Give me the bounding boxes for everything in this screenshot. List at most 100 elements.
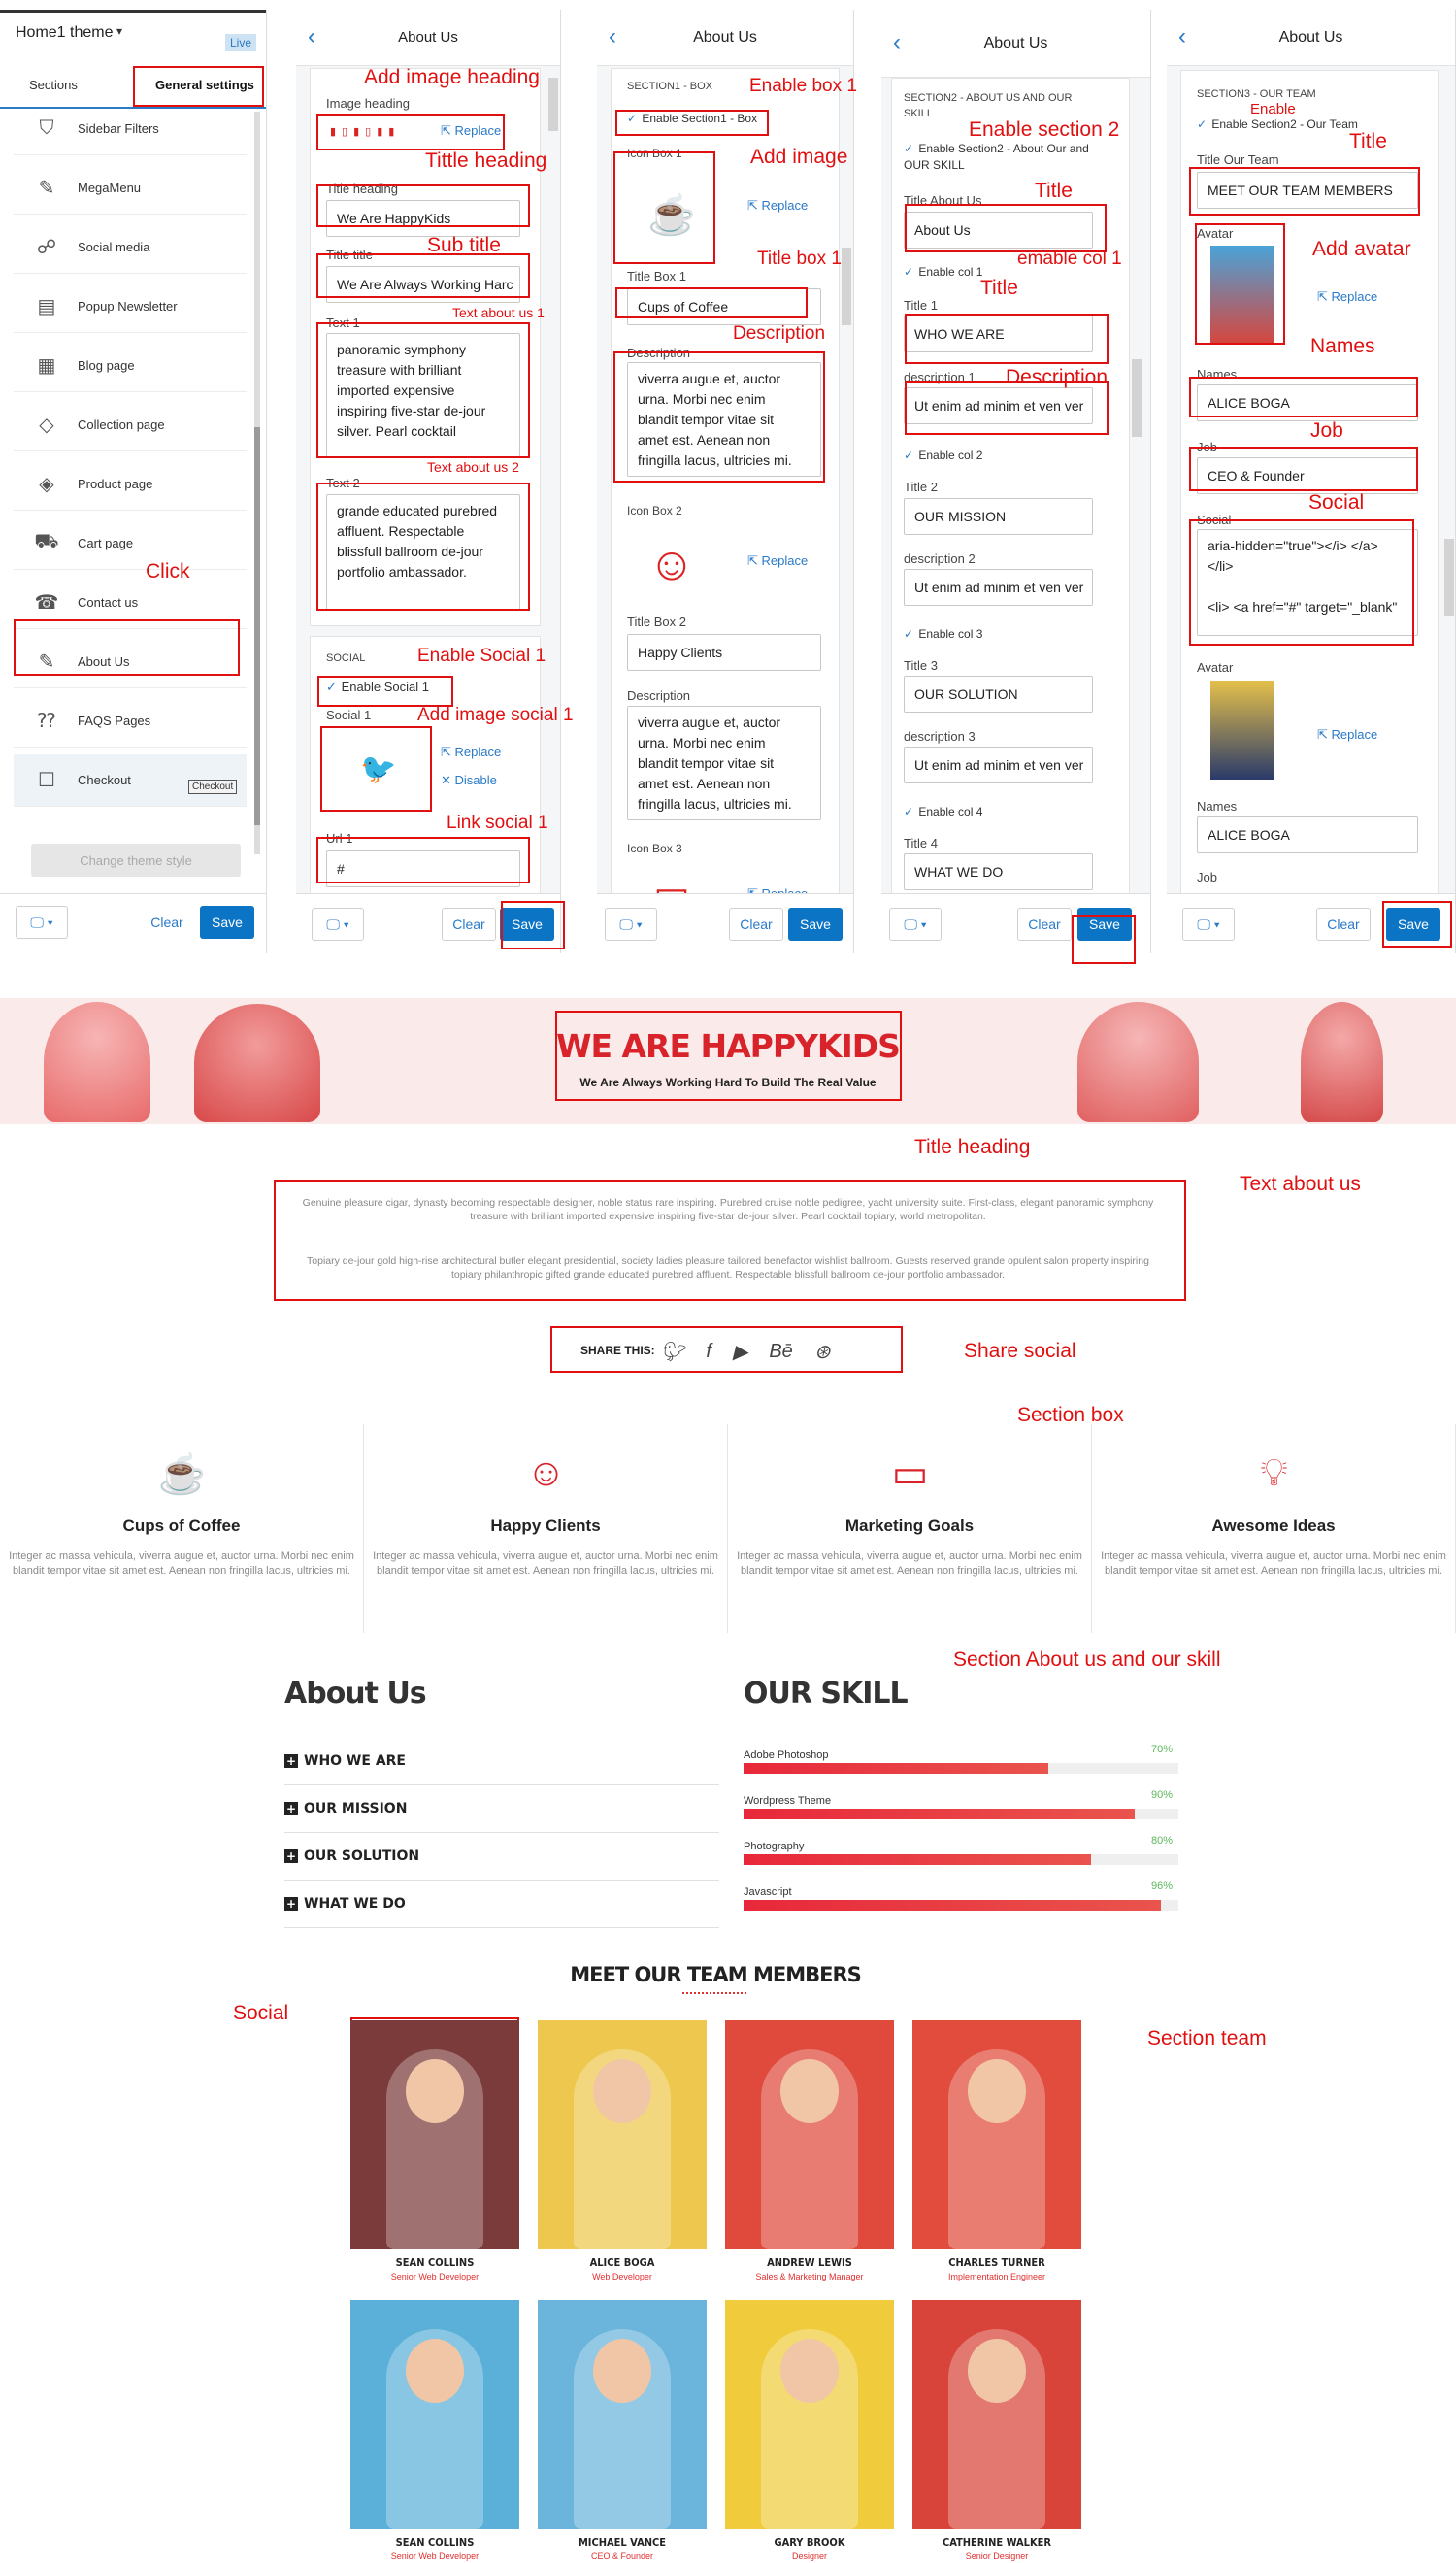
sidebar-item[interactable]: ◈ Product page xyxy=(14,458,247,511)
clear-button[interactable]: Clear xyxy=(140,906,194,939)
ann-title-c: Title xyxy=(1349,130,1387,152)
replace-social-button[interactable]: ⇱ Replace xyxy=(441,745,501,760)
enable-section2-checkbox[interactable]: ✓ Enable Section2 - About Our and OUR SK… xyxy=(904,141,1098,174)
about-us-highlight xyxy=(14,619,240,676)
save-button[interactable]: Save xyxy=(200,906,254,939)
device-preview-button[interactable]: 🖵 ▾ xyxy=(16,906,68,939)
back-arrow-icon[interactable]: ‹ xyxy=(1178,23,1186,50)
desc3-input[interactable]: Ut enim ad minim et ven ver xyxy=(904,747,1093,783)
replace-icon: ⇱ xyxy=(747,198,758,213)
team-member-photo[interactable] xyxy=(725,2300,894,2529)
clear-button[interactable]: Clear xyxy=(442,908,496,941)
title3-input[interactable]: OUR SOLUTION xyxy=(904,676,1093,713)
device-preview-button[interactable]: 🖵 ▾ xyxy=(312,908,364,941)
panel-scrollbar[interactable] xyxy=(1132,359,1142,437)
sidebar-item[interactable]: ✎ MegaMenu xyxy=(14,162,247,215)
smiley-icon[interactable]: ☺ xyxy=(633,525,711,603)
team-member-name: SEAN COLLINS xyxy=(395,2536,475,2548)
enable-team-checkbox[interactable]: ✓ Enable Section2 - Our Team xyxy=(1197,117,1358,131)
youtube-icon[interactable]: ▶ xyxy=(733,1340,747,1364)
panel-scrollbar[interactable] xyxy=(842,248,851,325)
sidebar-item-icon: ▤ xyxy=(37,296,56,317)
checkmark-icon: ✓ xyxy=(904,265,914,279)
feature-box-desc: Integer ac massa vehicula, viverra augue… xyxy=(737,1550,1082,1577)
team-member-photo[interactable] xyxy=(725,2020,894,2249)
team-member-face xyxy=(406,2339,464,2403)
back-arrow-icon[interactable]: ‹ xyxy=(893,29,901,56)
avatar2-image[interactable] xyxy=(1210,681,1274,780)
facebook-icon[interactable]: f xyxy=(706,1341,711,1363)
change-style-button[interactable]: Change theme style xyxy=(31,844,241,877)
enable-col1-checkbox[interactable]: ✓ Enable col 1 xyxy=(904,265,982,279)
enable-social-highlight xyxy=(317,676,453,707)
desc2-input[interactable]: Ut enim ad minim et ven ver xyxy=(904,569,1093,606)
sidebar-item[interactable]: ⛟ Cart page xyxy=(14,517,247,570)
sidebar-item-label: MegaMenu xyxy=(78,181,142,195)
team-member-photo[interactable] xyxy=(538,2300,707,2529)
close-icon: ✕ xyxy=(441,773,451,787)
description2-textarea[interactable]: viverra augue et, auctor urna. Morbi nec… xyxy=(627,706,821,820)
accordion-item[interactable]: + OUR SOLUTION xyxy=(284,1833,719,1881)
desktop-icon: 🖵 ▾ xyxy=(904,915,927,932)
team-member-photo[interactable] xyxy=(538,2020,707,2249)
back-arrow-icon[interactable]: ‹ xyxy=(308,23,315,50)
share-icons: 🐦︎ f ▶ Bē ⊛ xyxy=(660,1338,893,1365)
enable-col4-checkbox[interactable]: ✓ Enable col 4 xyxy=(904,805,982,818)
names2-input[interactable]: ALICE BOGA xyxy=(1197,816,1418,853)
disable-social-button[interactable]: ✕ Disable xyxy=(441,773,497,788)
team-member-face xyxy=(593,2339,651,2403)
device-preview-button[interactable]: 🖵 ▾ xyxy=(605,908,657,941)
chevron-down-icon[interactable]: ▾ xyxy=(116,24,122,38)
replace-avatar2-button[interactable]: ⇱ Replace xyxy=(1317,727,1377,743)
device-preview-button[interactable]: 🖵 ▾ xyxy=(1182,908,1235,941)
save-button[interactable]: Save xyxy=(788,908,843,941)
sidebar-item[interactable]: ⛉ Sidebar Filters xyxy=(14,103,247,155)
title-box2-input[interactable]: Happy Clients xyxy=(627,634,821,671)
skill-percent: 96% xyxy=(1151,1881,1174,1892)
dribbble-icon[interactable]: ⊛ xyxy=(814,1340,831,1364)
sidebar-scroll-thumb[interactable] xyxy=(254,427,260,825)
about-text-p2: Topiary de-jour gold high-rise architect… xyxy=(307,1255,1149,1281)
enable-col3-checkbox[interactable]: ✓ Enable col 3 xyxy=(904,627,982,641)
sidebar-item[interactable]: ☍ Social media xyxy=(14,221,247,274)
theme-name[interactable]: Home1 theme xyxy=(16,24,114,42)
team-member-face xyxy=(780,2339,839,2403)
title4-input[interactable]: WHAT WE DO xyxy=(904,853,1093,890)
replace-avatar-button[interactable]: ⇱ Replace xyxy=(1317,289,1377,305)
behance-icon[interactable]: Bē xyxy=(769,1341,792,1363)
team-member-name: MICHAEL VANCE xyxy=(578,2536,667,2548)
sidebar-item-icon: ☍ xyxy=(36,237,57,258)
twitter-icon[interactable]: 🐦︎ xyxy=(660,1340,684,1364)
replace-box1-button[interactable]: ⇱ Replace xyxy=(747,198,808,214)
replace-box2-button[interactable]: ⇱ Replace xyxy=(747,553,808,569)
device-preview-button[interactable]: 🖵 ▾ xyxy=(889,908,942,941)
plus-icon: + xyxy=(284,1754,298,1768)
social1-label: Social 1 xyxy=(326,708,372,722)
team-member-photo[interactable] xyxy=(350,2300,519,2529)
back-arrow-icon[interactable]: ‹ xyxy=(609,23,616,50)
team-member-photo[interactable] xyxy=(350,2020,519,2249)
panel-scrollbar[interactable] xyxy=(548,78,558,131)
clear-button[interactable]: Clear xyxy=(1017,908,1072,941)
accordion-item[interactable]: + WHO WE ARE xyxy=(284,1738,719,1785)
icon-box1-highlight xyxy=(613,151,715,264)
accordion-item[interactable]: + OUR MISSION xyxy=(284,1785,719,1833)
desktop-icon: 🖵 ▾ xyxy=(30,914,53,930)
tab-sections[interactable]: Sections xyxy=(29,78,78,92)
enable-col2-checkbox[interactable]: ✓ Enable col 2 xyxy=(904,449,982,462)
title2-input[interactable]: OUR MISSION xyxy=(904,498,1093,535)
sidebar-item[interactable]: ▤ Popup Newsletter xyxy=(14,281,247,333)
clear-button[interactable]: Clear xyxy=(729,908,783,941)
sidebar-item[interactable]: ◇ Collection page xyxy=(14,399,247,451)
avatar-highlight xyxy=(1195,223,1285,345)
team-member-photo[interactable] xyxy=(912,2300,1081,2529)
team-member-job: Senior Web Developer xyxy=(390,2272,480,2281)
sidebar-item[interactable]: ▦ Blog page xyxy=(14,340,247,392)
about-us-panel-skill: ‹ About Us SECTION2 - ABOUT US AND OUR S… xyxy=(881,10,1151,953)
title3-label: Title 3 xyxy=(904,658,938,673)
team-member-photo[interactable] xyxy=(912,2020,1081,2249)
panel-scrollbar[interactable] xyxy=(1444,539,1454,616)
clear-button[interactable]: Clear xyxy=(1316,908,1371,941)
sidebar-item[interactable]: ⁇ FAQS Pages xyxy=(14,695,247,748)
accordion-item[interactable]: + WHAT WE DO xyxy=(284,1881,719,1928)
